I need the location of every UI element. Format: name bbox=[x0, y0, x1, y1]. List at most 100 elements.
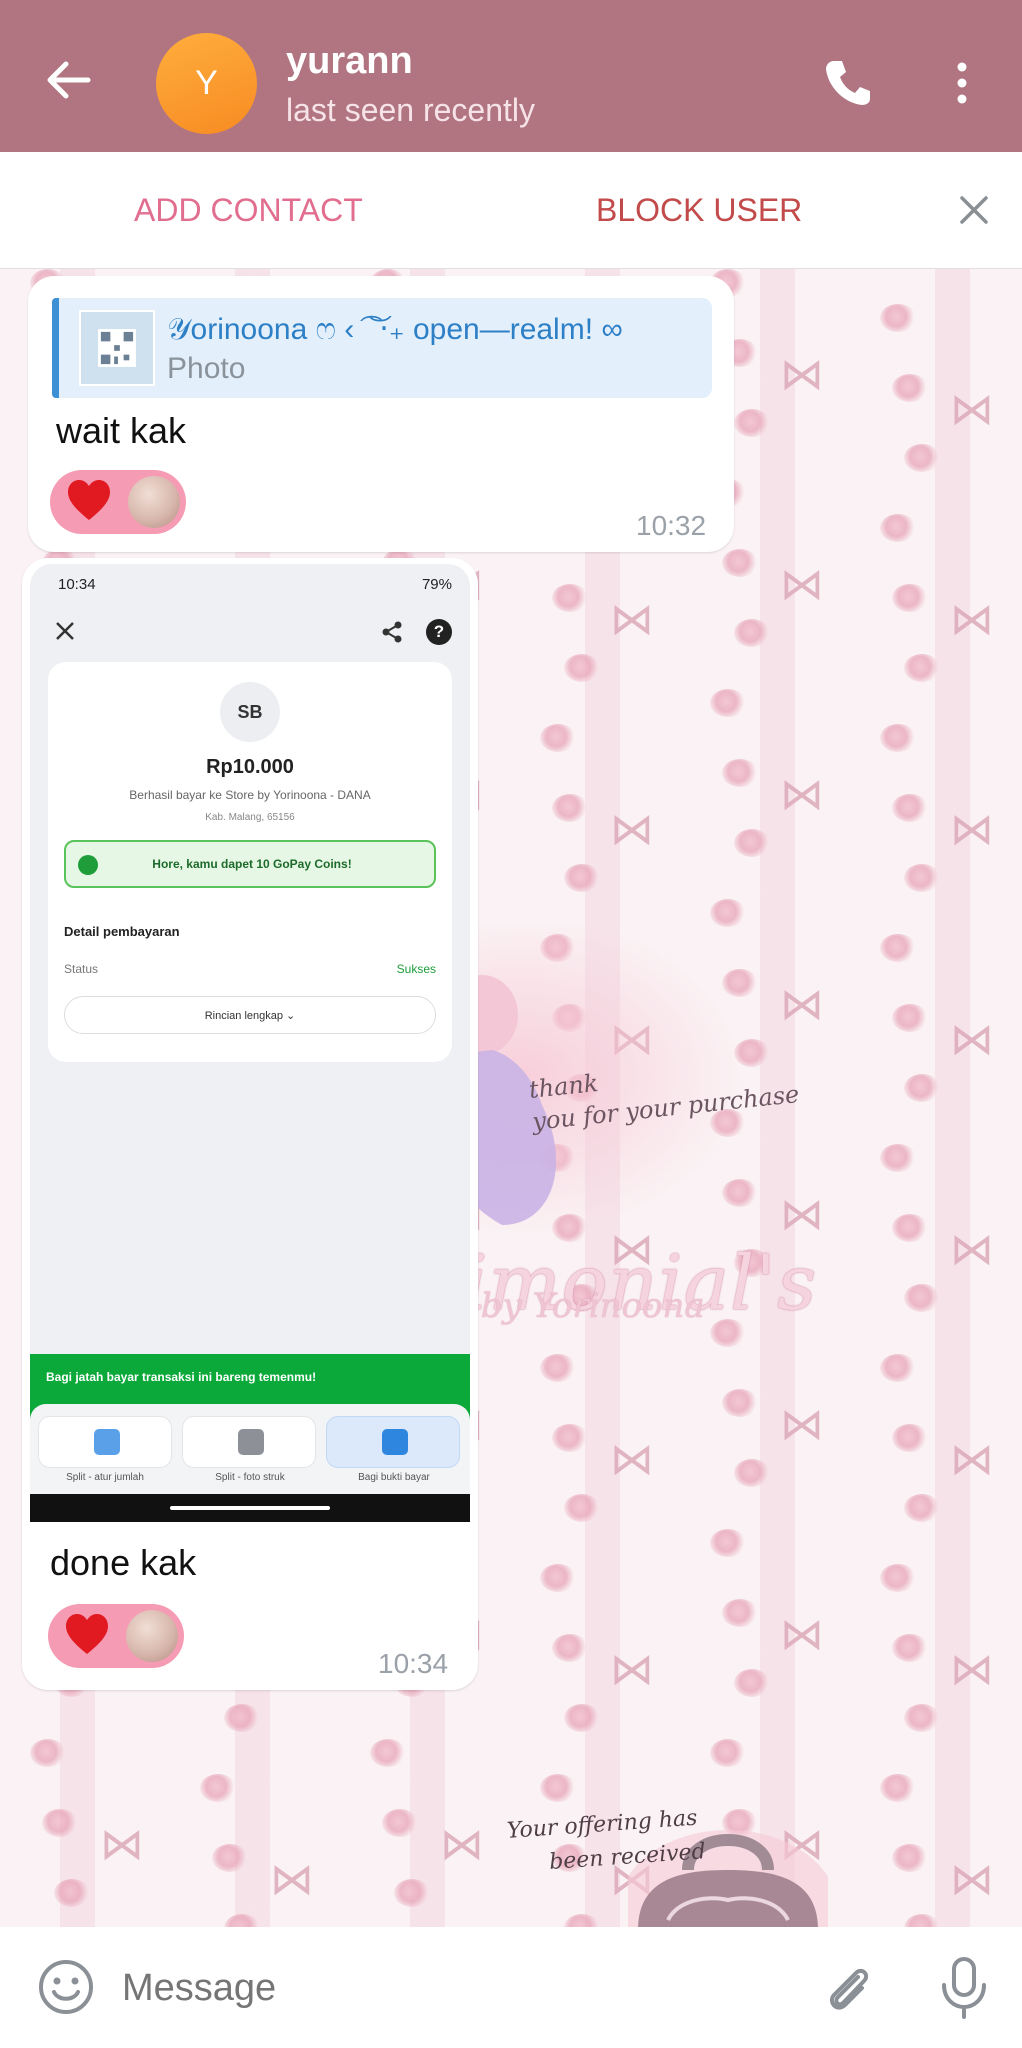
wallpaper-rose bbox=[904, 1704, 940, 1732]
wallpaper-rose bbox=[892, 1844, 928, 1872]
wallpaper-rose bbox=[564, 654, 600, 682]
message-text: done kak bbox=[50, 1542, 197, 1583]
split-option bbox=[38, 1416, 172, 1468]
message-bubble[interactable]: 10:34 79% ? SB Rp10.000 Berhasil bayar k… bbox=[22, 558, 478, 1690]
message-input[interactable] bbox=[122, 1963, 772, 2013]
contact-action-bar: ADD CONTACT BLOCK USER bbox=[0, 152, 1022, 269]
wallpaper-bow: ⋈ bbox=[100, 1819, 144, 1870]
wallpaper-bow: ⋈ bbox=[780, 559, 824, 610]
wallpaper-rose bbox=[892, 1214, 928, 1242]
avatar[interactable]: Y bbox=[156, 33, 257, 134]
reactor-avatar bbox=[126, 1610, 178, 1662]
receipt-amount: Rp10.000 bbox=[206, 756, 294, 778]
close-icon bbox=[56, 622, 74, 640]
reaction-chip[interactable] bbox=[48, 1604, 184, 1668]
wallpaper-rose bbox=[552, 1634, 588, 1662]
reply-preview[interactable]: 𝒴orinoona ෆ ‹ ͡ ͝ ‧₊ open—realm! ∞ Photo bbox=[52, 298, 712, 398]
wallpaper-bow: ⋈ bbox=[780, 979, 824, 1030]
wallpaper-rose bbox=[552, 584, 588, 612]
wallpaper-bow: ⋈ bbox=[950, 1434, 994, 1485]
back-arrow-icon[interactable] bbox=[38, 50, 98, 110]
wallpaper-bow: ⋈ bbox=[950, 1224, 994, 1275]
help-icon: ? bbox=[426, 619, 452, 645]
wallpaper-rose bbox=[710, 899, 746, 927]
wallpaper-rose bbox=[54, 1879, 90, 1907]
wallpaper-bow: ⋈ bbox=[610, 804, 654, 855]
wallpaper-rose bbox=[710, 1739, 746, 1767]
wallpaper-bow: ⋈ bbox=[780, 769, 824, 820]
wallpaper-bow: ⋈ bbox=[780, 349, 824, 400]
wallpaper-bow: ⋈ bbox=[440, 1819, 484, 1870]
wallpaper-rose bbox=[212, 1844, 248, 1872]
paperclip-icon[interactable] bbox=[818, 1959, 878, 2019]
wallpaper-rose bbox=[540, 1774, 576, 1802]
status-label: Status bbox=[64, 962, 99, 976]
block-user-button[interactable]: BLOCK USER bbox=[596, 192, 802, 229]
wallpaper-rose bbox=[540, 724, 576, 752]
wallpaper-rose bbox=[892, 1634, 928, 1662]
message-input-bar bbox=[0, 1927, 1022, 2048]
offering-sticker-text: Your offering has been received bbox=[506, 1805, 707, 1876]
wallpaper-rose bbox=[904, 1494, 940, 1522]
split-option bbox=[326, 1416, 460, 1468]
wallpaper-rose bbox=[892, 1004, 928, 1032]
wallpaper-rose bbox=[224, 1914, 260, 1927]
wallpaper-rose bbox=[892, 794, 928, 822]
wallpaper-rose bbox=[904, 444, 940, 472]
wallpaper-rose bbox=[564, 1494, 600, 1522]
reaction-chip[interactable] bbox=[50, 470, 186, 534]
add-contact-button[interactable]: ADD CONTACT bbox=[134, 192, 363, 229]
wallpaper-bow: ⋈ bbox=[950, 804, 994, 855]
wallpaper-bow: ⋈ bbox=[780, 1609, 824, 1660]
wallpaper-bow: ⋈ bbox=[950, 594, 994, 645]
more-vert-icon[interactable] bbox=[942, 58, 982, 108]
screenshot-status-bar: 10:34 79% bbox=[58, 576, 452, 593]
detail-heading: Detail pembayaran bbox=[64, 924, 180, 939]
split-option bbox=[182, 1416, 316, 1468]
wallpaper-bow: ⋈ bbox=[610, 594, 654, 645]
wallpaper-rose bbox=[722, 549, 758, 577]
wallpaper-rose bbox=[904, 1074, 940, 1102]
wallpaper-rose bbox=[42, 1809, 78, 1837]
heart-icon bbox=[68, 480, 110, 520]
wallpaper-bow: ⋈ bbox=[270, 1854, 314, 1905]
details-button: Rincian lengkap ⌄ bbox=[64, 996, 436, 1034]
split-banner: Bagi jatah bayar transaksi ini bareng te… bbox=[30, 1354, 470, 1494]
wallpaper-rose bbox=[734, 409, 770, 437]
reply-type: Photo bbox=[167, 352, 246, 385]
wallpaper-rose bbox=[710, 689, 746, 717]
microphone-icon[interactable] bbox=[934, 1955, 994, 2021]
wallpaper-rose bbox=[382, 1809, 418, 1837]
emoji-icon[interactable] bbox=[36, 1957, 96, 2017]
wallpaper-bow: ⋈ bbox=[610, 1644, 654, 1695]
receipt-card: SB Rp10.000 Berhasil bayar ke Store by Y… bbox=[48, 662, 452, 1062]
wallpaper-bow: ⋈ bbox=[950, 384, 994, 435]
message-bubble[interactable]: 𝒴orinoona ෆ ‹ ͡ ͝ ‧₊ open—realm! ∞ Photo… bbox=[28, 276, 734, 552]
wallpaper-rose bbox=[734, 1669, 770, 1697]
qr-code-icon bbox=[98, 329, 136, 367]
chat-title[interactable]: yurann bbox=[286, 40, 413, 83]
wallpaper-rose bbox=[722, 759, 758, 787]
wallpaper-rose bbox=[892, 1424, 928, 1452]
heart-icon bbox=[66, 1614, 108, 1654]
wallpaper-rose bbox=[30, 1739, 66, 1767]
merchant-logo: SB bbox=[220, 682, 280, 742]
reactor-avatar bbox=[128, 476, 180, 528]
wallpaper-bow: ⋈ bbox=[780, 1399, 824, 1450]
status-value: Sukses bbox=[396, 962, 436, 976]
wallpaper-bow: ⋈ bbox=[610, 1434, 654, 1485]
wallpaper-rose bbox=[540, 1564, 576, 1592]
phone-icon[interactable] bbox=[820, 55, 876, 111]
wallpaper-rose bbox=[880, 1564, 916, 1592]
wallpaper-rose bbox=[734, 829, 770, 857]
option-label: Bagi bukti bayar bbox=[358, 1472, 430, 1483]
wallpaper-rose bbox=[880, 1774, 916, 1802]
wallpaper-rose bbox=[722, 1389, 758, 1417]
message-time: 10:32 bbox=[636, 510, 707, 541]
photo-attachment[interactable]: 10:34 79% ? SB Rp10.000 Berhasil bayar k… bbox=[30, 564, 470, 1522]
option-label: Split - atur jumlah bbox=[66, 1472, 144, 1483]
close-icon[interactable] bbox=[952, 188, 996, 232]
wallpaper-rose bbox=[722, 1599, 758, 1627]
wallpaper-rose bbox=[904, 1284, 940, 1312]
wallpaper-bow: ⋈ bbox=[780, 1189, 824, 1240]
